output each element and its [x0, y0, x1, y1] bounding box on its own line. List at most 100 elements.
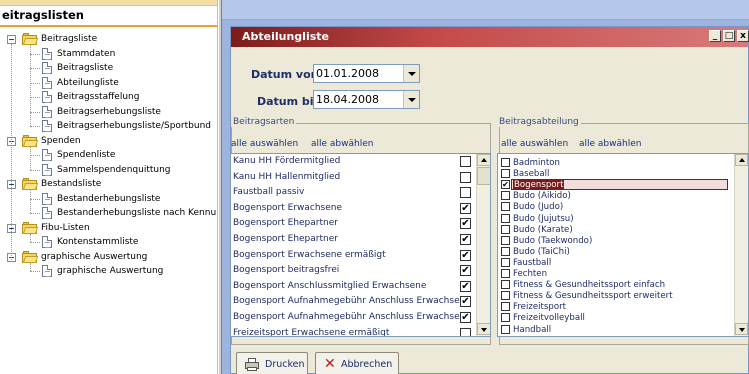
beitragsarten-select-all-link[interactable]: alle auswählen [231, 139, 298, 149]
beitragsarten-scrollbar[interactable] [476, 154, 490, 336]
abteilung-item[interactable]: Budo (TaiChi) [498, 246, 734, 257]
beitragsart-item[interactable]: Bogensport Erwachsene ✔ [231, 200, 477, 217]
beitragsart-checkbox[interactable] [460, 156, 471, 167]
beitragsart-checkbox[interactable]: ✔ [460, 296, 471, 308]
abteilung-item[interactable]: Budo (Karate) [498, 224, 734, 235]
abteilung-checkbox[interactable] [501, 291, 510, 301]
beitragsart-checkbox[interactable] [460, 327, 471, 336]
restore-button[interactable]: □ [723, 30, 735, 42]
abteilung-item[interactable]: Badminton [498, 158, 734, 168]
beitragsabteilung-list[interactable]: Badminton Baseball ✔ Bogensport Budo (Aikido… [497, 153, 749, 337]
beitragsart-item[interactable]: Kanu HH Fördermitglied [231, 154, 477, 170]
abteilung-checkbox[interactable] [501, 280, 510, 290]
beitragsart-item[interactable]: Faustball passiv [231, 184, 477, 201]
scroll-up-button[interactable] [477, 154, 490, 166]
beitragsart-checkbox[interactable]: ✔ [460, 234, 471, 245]
scroll-up-button[interactable] [735, 154, 748, 166]
tree-report-node[interactable]: Beitragsstaffelung [0, 90, 217, 104]
beitragsart-checkbox[interactable]: ✔ [460, 249, 471, 261]
tree-report-node[interactable]: Abteilungliste [0, 76, 217, 90]
abteilung-checkbox[interactable] [501, 235, 510, 245]
date-to-field[interactable]: 18.04.2008 [313, 90, 420, 109]
beitragsart-label: Kanu HH Fördermitglied [233, 156, 341, 166]
abteilung-item[interactable]: Fitness & Gesundheitssport einfach [498, 280, 734, 290]
tree-folder-node[interactable]: Fibu-Listen [0, 221, 217, 235]
beitragsart-item[interactable]: Bogensport Aufnahmegebühr Anschluss Erwa… [231, 293, 477, 310]
beitragsart-checkbox[interactable]: ✔ [460, 218, 471, 230]
window-title-bar[interactable]: Abteilungliste _ □ x [231, 27, 749, 47]
beitragsart-checkbox[interactable]: ✔ [460, 312, 471, 323]
abteilung-checkbox[interactable] [501, 246, 510, 256]
abteilung-item[interactable]: Freizeitsport [498, 302, 734, 312]
beitragsart-checkbox[interactable]: ✔ [460, 202, 471, 214]
beitragsart-item[interactable]: Kanu HH Hallenmitglied [231, 169, 477, 186]
tree-report-node[interactable]: Beitragserhebungsliste [0, 105, 217, 119]
beitragsart-item[interactable]: Freizeitsport Erwachsene ermäßigt [231, 325, 477, 336]
abteilung-item[interactable]: Baseball [498, 169, 734, 179]
close-button[interactable]: x [737, 30, 749, 42]
cancel-button[interactable]: ✕ Abbrechen [315, 352, 399, 374]
abteilung-item[interactable]: Freizeitvolleyball [498, 313, 734, 323]
beitragsart-item[interactable]: Bogensport Ehepartner ✔ [231, 215, 477, 232]
beitragsart-item[interactable]: Bogensport Aufnahmegebühr Anschluss Erwa… [231, 309, 477, 326]
abteilung-checkbox[interactable] [501, 302, 510, 312]
beitragsart-checkbox[interactable] [460, 171, 471, 183]
scroll-down-button[interactable] [735, 323, 748, 335]
tree-report-node[interactable]: Bestanderhebungsliste [0, 192, 217, 206]
tree-folder-node[interactable]: graphische Auswertung [0, 250, 217, 264]
scroll-down-button[interactable] [477, 323, 490, 335]
abteilung-checkbox[interactable] [501, 269, 510, 278]
abteilung-item[interactable]: Budo (Taekwondo) [498, 235, 734, 246]
beitragsart-checkbox[interactable] [460, 187, 471, 199]
tree-report-node[interactable]: graphische Auswertung [0, 264, 217, 278]
tree-report-node[interactable]: Spendenliste [0, 148, 217, 162]
print-button[interactable]: Drucken [236, 352, 308, 374]
abteilung-label: Handball [513, 324, 552, 335]
beitragsabteilung-scrollbar[interactable] [734, 154, 748, 336]
abteilung-item[interactable]: Budo (Aikido) [498, 191, 734, 201]
abteilung-item[interactable]: Budo (Judo) [498, 202, 734, 212]
abteilung-checkbox[interactable] [501, 257, 510, 267]
beitragsart-checkbox[interactable]: ✔ [460, 265, 471, 277]
date-to-dropdown-button[interactable] [403, 91, 419, 108]
abteilung-item[interactable]: Budo (Jujutsu) [498, 213, 734, 224]
tree-report-node[interactable]: Beitragsliste [0, 61, 217, 75]
minimize-button[interactable]: _ [709, 30, 721, 42]
beitragsarten-list[interactable]: Kanu HH Fördermitglied Kanu HH Hallenmitg… [230, 153, 491, 337]
beitragsart-item[interactable]: Bogensport Ehepartner ✔ [231, 231, 477, 248]
abteilung-item[interactable]: Fitness & Gesundheitssport erweitert [498, 291, 734, 301]
scroll-thumb[interactable] [477, 167, 490, 185]
tree-folder-node[interactable]: Spenden [0, 134, 217, 148]
date-from-dropdown-button[interactable] [403, 65, 419, 82]
abteilung-item[interactable]: Faustball [498, 257, 734, 268]
beitragsart-item[interactable]: Bogensport Anschlussmitglied Erwachsene ✔ [231, 278, 477, 295]
abteilung-checkbox[interactable]: ✔ [501, 180, 510, 190]
abteilung-checkbox[interactable] [501, 324, 510, 334]
abteilung-checkbox[interactable] [501, 224, 510, 234]
abteilung-checkbox[interactable] [501, 202, 510, 212]
abteilung-checkbox[interactable] [501, 313, 510, 323]
abteilung-checkbox[interactable] [501, 191, 510, 201]
abteilung-checkbox[interactable] [501, 213, 510, 223]
tree-report-node[interactable]: Sammelspendenquittung [0, 163, 217, 177]
date-from-field[interactable]: 01.01.2008 [313, 64, 420, 83]
tree-folder-node[interactable]: Bestandsliste [0, 177, 217, 191]
abteilung-item[interactable]: Handball [498, 324, 734, 335]
abteilung-checkbox[interactable] [501, 158, 510, 167]
tree-report-node[interactable]: Beitragserhebungsliste/Sportbund [0, 119, 217, 133]
abteilung-item[interactable]: Fechten [498, 269, 734, 279]
beitragsarten-deselect-all-link[interactable]: alle abwählen [311, 139, 373, 149]
tree-report-node[interactable]: Kontenstammliste [0, 235, 217, 249]
beitragsabteilung-deselect-all-link[interactable]: alle abwählen [579, 139, 641, 149]
beitragsart-checkbox[interactable]: ✔ [460, 280, 471, 292]
abteilung-checkbox[interactable] [501, 169, 510, 179]
tree-report-node[interactable]: Bestanderhebungsliste nach Kennu [0, 206, 217, 220]
beitragsabteilung-select-all-link[interactable]: alle auswählen [501, 139, 568, 149]
beitragsart-item[interactable]: Bogensport beitragsfrei ✔ [231, 262, 477, 279]
tree-collapse-toggle[interactable] [7, 35, 16, 44]
beitragsart-item[interactable]: Bogensport Erwachsene ermäßigt ✔ [231, 247, 477, 264]
tree-folder-node[interactable]: Beitragsliste [0, 32, 217, 46]
tree-report-node[interactable]: Stammdaten [0, 47, 217, 61]
abteilung-label: Budo (Jujutsu) [513, 213, 574, 224]
abteilung-item[interactable]: ✔ Bogensport [498, 179, 734, 191]
